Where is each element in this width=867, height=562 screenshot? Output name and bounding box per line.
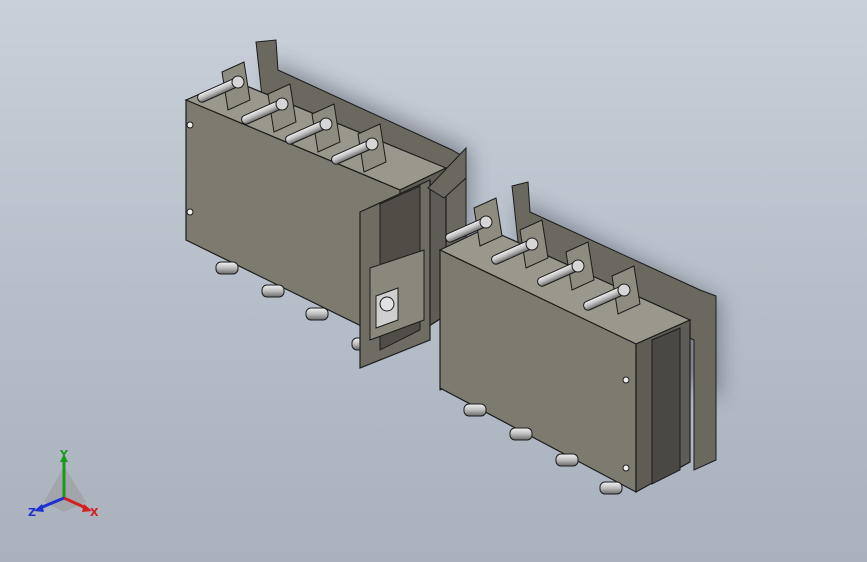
x-axis-label: X xyxy=(90,506,99,519)
coordinate-triad[interactable]: Y X Z xyxy=(24,448,104,528)
switch-body-right[interactable] xyxy=(438,181,717,495)
z-axis-label: Z xyxy=(28,506,36,519)
y-axis-label: Y xyxy=(59,448,69,461)
cad-model-view[interactable] xyxy=(0,0,867,562)
graphics-viewport[interactable]: Y X Z xyxy=(0,0,867,562)
